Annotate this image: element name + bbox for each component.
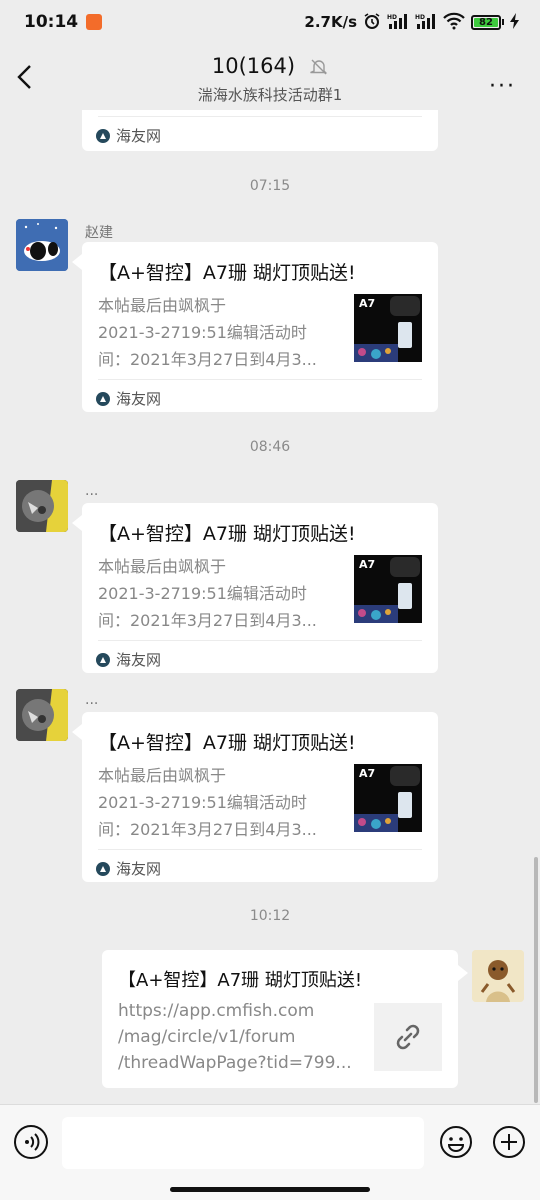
chat-title: 10(164)	[211, 54, 296, 78]
wifi-icon	[443, 12, 465, 33]
message-card-partial[interactable]: 海友网	[82, 110, 438, 151]
home-indicator[interactable]	[170, 1187, 370, 1192]
card-description: 本帖最后由飒枫于 2021-3-2719:51编辑活动时 间：2021年3月27…	[98, 766, 317, 839]
card-title: 【A+智控】A7珊 瑚灯顶贴送!	[118, 970, 363, 991]
voice-icon	[25, 1133, 40, 1151]
hd-label-1: HD	[387, 14, 397, 21]
emoji-button[interactable]	[439, 1125, 473, 1159]
voice-input-button[interactable]	[14, 1125, 48, 1159]
card-description: 本帖最后由飒枫于 2021-3-2719:51编辑活动时 间：2021年3月27…	[98, 557, 317, 630]
card-source: 海友网	[96, 649, 161, 670]
avatar[interactable]	[16, 219, 68, 271]
signal-icon-1: HD	[387, 12, 409, 33]
timestamp: 10:12	[249, 908, 291, 924]
link-card-message[interactable]: 【A+智控】A7珊 瑚灯顶贴送! 本帖最后由飒枫于 2021-3-2719:51…	[82, 242, 438, 412]
sender-name: ...	[85, 692, 99, 708]
card-title: 【A+智控】A7珊 瑚灯顶贴送!	[98, 523, 356, 545]
card-title: 【A+智控】A7珊 瑚灯顶贴送!	[98, 262, 356, 284]
more-options-button[interactable]: ···	[489, 74, 516, 99]
my-avatar[interactable]	[472, 950, 524, 1002]
chat-title-area[interactable]: 10(164) 湍海水族科技活动群1	[0, 54, 540, 105]
battery-icon: 82	[471, 14, 504, 30]
sender-name: ...	[85, 483, 99, 499]
scrollbar[interactable]	[534, 857, 538, 1103]
chat-header: 10(164) 湍海水族科技活动群1 ···	[0, 44, 540, 110]
card-thumbnail: A7	[354, 294, 422, 362]
signal-icon-2: HD	[415, 12, 437, 33]
status-right: 2.7K/s HD HD 82	[304, 12, 520, 33]
card-source: 海友网	[96, 388, 161, 409]
timestamp: 08:46	[249, 439, 291, 455]
link-card-message[interactable]: 【A+智控】A7珊 瑚灯顶贴送! 本帖最后由飒枫于 2021-3-2719:51…	[82, 712, 438, 882]
card-thumbnail: A7	[354, 764, 422, 832]
card-thumbnail: A7	[354, 555, 422, 623]
chat-subtitle: 湍海水族科技活动群1	[197, 85, 343, 104]
avatar[interactable]	[16, 689, 68, 741]
status-bar: 10:14 2.7K/s HD HD 82	[0, 0, 540, 44]
charging-icon	[510, 12, 520, 32]
mute-bell-icon	[310, 58, 328, 80]
haiyou-logo-icon	[96, 391, 110, 406]
emoji-icon	[440, 1126, 472, 1158]
card-description: 本帖最后由飒枫于 2021-3-2719:51编辑活动时 间：2021年3月27…	[98, 296, 317, 369]
alarm-icon	[363, 12, 381, 33]
card-url: https://app.cmfish.com /mag/circle/v1/fo…	[118, 1001, 352, 1073]
card-title: 【A+智控】A7珊 瑚灯顶贴送!	[98, 732, 356, 754]
app-notification-icon	[86, 14, 103, 30]
link-card-message[interactable]: 【A+智控】A7珊 瑚灯顶贴送! 本帖最后由飒枫于 2021-3-2719:51…	[82, 503, 438, 673]
chat-message-list[interactable]: 海友网 07:15 赵建 【A+智控】A7珊 瑚灯顶贴送! 本帖最后由飒枫于 2…	[0, 110, 540, 1104]
message-input-bar	[0, 1104, 540, 1200]
avatar[interactable]	[16, 480, 68, 532]
haiyou-logo-icon	[96, 652, 110, 667]
card-source: 海友网	[96, 125, 161, 146]
sender-name: 赵建	[85, 225, 113, 241]
timestamp: 07:15	[249, 178, 291, 194]
more-functions-button[interactable]	[492, 1125, 526, 1159]
haiyou-logo-icon	[96, 861, 110, 876]
message-input[interactable]	[62, 1117, 424, 1169]
net-speed: 2.7K/s	[304, 13, 357, 31]
card-source: 海友网	[96, 858, 161, 879]
battery-level: 82	[474, 17, 498, 28]
haiyou-logo-icon	[96, 128, 110, 143]
link-icon	[374, 1003, 442, 1071]
plus-icon	[493, 1126, 525, 1158]
hd-label-2: HD	[415, 14, 425, 21]
own-link-card-message[interactable]: 【A+智控】A7珊 瑚灯顶贴送! https://app.cmfish.com …	[102, 950, 458, 1088]
status-time: 10:14	[24, 12, 79, 32]
